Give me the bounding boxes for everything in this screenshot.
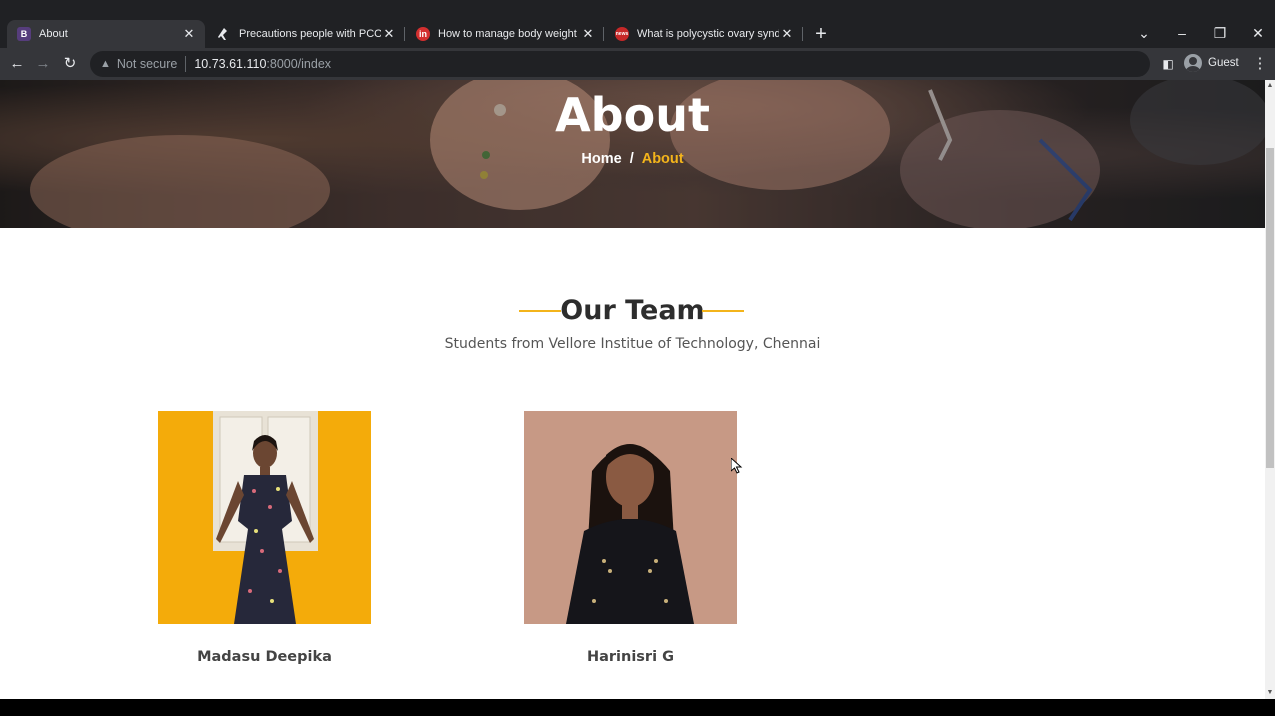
section-subtitle: Students from Vellore Institue of Techno… xyxy=(444,336,821,352)
tab-strip: B About ✕ Precautions people with PCOS c… xyxy=(0,20,1275,48)
member-photo xyxy=(158,411,371,624)
minimize-icon[interactable]: – xyxy=(1169,20,1195,48)
tab-search-chevron-icon[interactable]: ⌄ xyxy=(1131,20,1157,48)
close-tab-icon[interactable]: ✕ xyxy=(381,26,397,42)
url-host: 10.73.61.110 xyxy=(194,57,267,71)
avatar-icon xyxy=(1184,54,1202,72)
member-photo xyxy=(524,411,737,624)
tab-precautions[interactable]: Precautions people with PCOS ca ✕ xyxy=(207,20,405,48)
url-path: :8000/index xyxy=(266,57,332,71)
health-favicon-icon: in xyxy=(416,27,430,41)
tab-title: How to manage body weight if y xyxy=(438,28,580,40)
tab-body-weight[interactable]: in How to manage body weight if y ✕ xyxy=(406,20,604,48)
back-icon[interactable]: ← xyxy=(7,54,27,74)
close-tab-icon[interactable]: ✕ xyxy=(779,26,795,42)
page-scrollbar[interactable]: ▲ ▼ xyxy=(1265,80,1275,699)
tab-pcos[interactable]: news What is polycystic ovary syndrom ✕ xyxy=(605,20,803,48)
menu-kebab-icon[interactable]: ⋮ xyxy=(1250,54,1270,74)
breadcrumb: Home / About xyxy=(0,151,1265,167)
url-text[interactable]: 10.73.61.110:8000/index xyxy=(194,57,331,71)
tab-title: Precautions people with PCOS ca xyxy=(239,28,381,40)
bootstrap-favicon-icon: B xyxy=(17,27,31,41)
new-tab-button[interactable]: + xyxy=(812,20,830,48)
window-bottom-strip xyxy=(0,699,1275,716)
hero-banner: About Home / About xyxy=(0,80,1265,228)
close-tab-icon[interactable]: ✕ xyxy=(580,26,596,42)
heading-right-rule xyxy=(702,310,744,312)
profile-label: Guest xyxy=(1208,57,1239,69)
forward-icon[interactable]: → xyxy=(33,54,53,74)
close-window-icon[interactable]: ✕ xyxy=(1245,20,1271,48)
scrollbar-thumb[interactable] xyxy=(1266,148,1274,468)
member-name: Madasu Deepika xyxy=(197,649,332,665)
close-tab-icon[interactable]: ✕ xyxy=(181,26,197,42)
restore-icon[interactable]: ❐ xyxy=(1207,20,1233,48)
news-favicon-icon: news xyxy=(615,27,629,41)
section-heading: Our Team xyxy=(560,295,705,326)
reload-icon[interactable]: ↻ xyxy=(60,54,80,74)
profile-button[interactable]: Guest xyxy=(1184,52,1239,74)
side-panel-icon[interactable]: ◧ xyxy=(1158,54,1178,74)
breadcrumb-home-link[interactable]: Home xyxy=(581,151,621,167)
yoga-favicon-icon xyxy=(217,27,231,41)
page-title: About xyxy=(555,88,710,142)
scroll-up-arrow-icon[interactable]: ▲ xyxy=(1265,80,1275,92)
warning-icon[interactable]: ▲ xyxy=(100,58,111,70)
member-name: Harinisri G xyxy=(586,649,675,665)
mouse-cursor-icon xyxy=(731,458,743,474)
browser-toolbar: ← → ↻ ▲ Not secure 10.73.61.110:8000/ind… xyxy=(0,48,1275,80)
breadcrumb-separator: / xyxy=(629,151,634,167)
page-viewport: About Home / About Our Team Students from … xyxy=(0,80,1265,699)
address-bar[interactable]: ▲ Not secure 10.73.61.110:8000/index xyxy=(90,51,1150,77)
tab-about[interactable]: B About ✕ xyxy=(7,20,205,48)
tab-title: What is polycystic ovary syndrom xyxy=(637,28,779,40)
security-status[interactable]: Not secure xyxy=(117,57,177,71)
scroll-down-arrow-icon[interactable]: ▼ xyxy=(1265,687,1275,699)
breadcrumb-current: About xyxy=(641,151,684,167)
tab-title: About xyxy=(39,28,68,40)
address-divider xyxy=(185,56,187,72)
